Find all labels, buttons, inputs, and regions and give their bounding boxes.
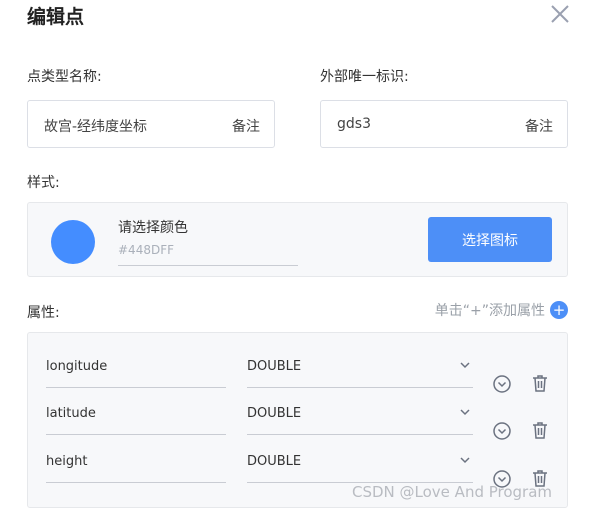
trash-icon[interactable] [530,373,550,393]
attribute-type-select[interactable]: DOUBLE [247,345,473,388]
attribute-type-select[interactable]: DOUBLE [247,440,473,483]
attribute-type-value: DOUBLE [247,359,302,374]
type-name-value: 故宫-经纬度坐标 [44,119,148,135]
color-title: 请选择颜色 [118,220,188,236]
attribute-row: latitude DOUBLE [28,392,569,440]
attribute-name-value: latitude [46,406,96,421]
attributes-label: 属性: [27,305,60,321]
style-panel: 请选择颜色 #448DFF 选择图标 [27,202,568,277]
color-hex-value: #448DFF [118,243,175,257]
attribute-name-value: longitude [46,359,108,374]
edit-point-dialog: 编辑点 点类型名称: 故宫-经纬度坐标 备注 外部唯一标识: gds3 备注 样… [0,0,596,512]
uid-input[interactable]: gds3 备注 [320,100,568,148]
pick-icon-button[interactable]: 选择图标 [428,217,552,262]
attribute-type-value: DOUBLE [247,454,302,469]
style-label: 样式: [27,175,60,191]
type-name-suffix: 备注 [232,119,260,135]
attribute-name-input[interactable]: height [46,440,226,483]
attribute-row: longitude DOUBLE [28,345,569,393]
uid-label: 外部唯一标识: [320,69,409,85]
plus-icon[interactable]: + [550,301,568,319]
color-hex-input[interactable]: #448DFF [118,241,298,266]
attribute-type-select[interactable]: DOUBLE [247,392,473,435]
circle-chevron-down-icon[interactable] [492,374,512,394]
attribute-type-value: DOUBLE [247,406,302,421]
attribute-name-value: height [46,454,88,469]
chevron-down-icon [460,362,470,369]
dialog-title: 编辑点 [27,6,85,28]
type-name-label: 点类型名称: [27,69,102,85]
attributes-panel: longitude DOUBLE latitude DOUBLE height … [27,332,568,508]
type-name-input[interactable]: 故宫-经纬度坐标 备注 [27,100,275,148]
chevron-down-icon [460,457,470,464]
attribute-name-input[interactable]: latitude [46,392,226,435]
attribute-name-input[interactable]: longitude [46,345,226,388]
close-icon[interactable] [548,2,572,26]
add-attribute-button[interactable]: 单击“+”添加属性 + [435,300,568,320]
uid-value: gds3 [337,116,371,132]
watermark: CSDN @Love And Program [352,483,553,501]
chevron-down-icon [460,409,470,416]
add-attribute-label: 单击“+”添加属性 [434,303,545,319]
circle-chevron-down-icon[interactable] [492,421,512,441]
uid-suffix: 备注 [525,119,553,135]
trash-icon[interactable] [530,420,550,440]
attribute-row: height DOUBLE [28,440,569,488]
color-swatch[interactable] [51,220,95,264]
